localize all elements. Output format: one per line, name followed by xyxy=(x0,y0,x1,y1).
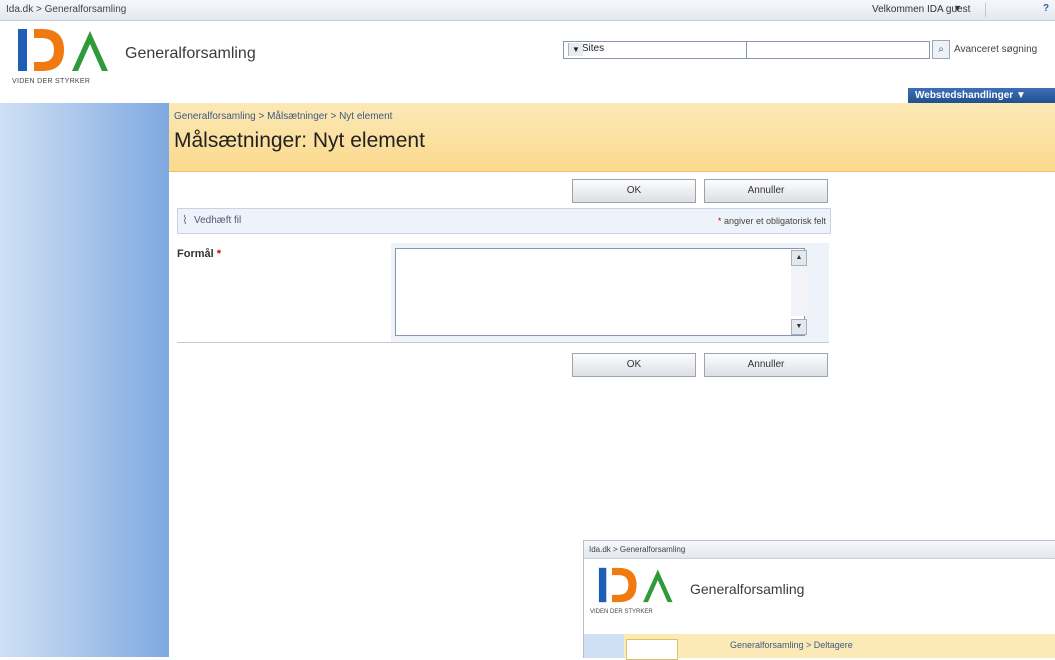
overlay-page-breadcrumb[interactable]: Generalforsamling > Deltagere xyxy=(730,640,853,650)
site-actions-menu[interactable]: Webstedshandlinger ▼ xyxy=(908,88,1055,103)
chevron-down-icon[interactable]: ▼ xyxy=(568,43,583,56)
left-navigation xyxy=(0,103,169,657)
overlay-title-band: Generalforsamling > Deltagere xyxy=(584,634,1055,660)
advanced-search-link[interactable]: Avanceret søgning xyxy=(954,44,1037,55)
field-label: Formål * xyxy=(177,248,221,260)
formaal-textarea[interactable] xyxy=(395,248,805,336)
scroll-up-icon[interactable]: ▲ xyxy=(791,250,807,266)
overlay-logo-tagline: VIDEN DER STYRKER xyxy=(590,609,653,615)
site-title[interactable]: Generalforsamling xyxy=(125,45,256,63)
ok-button-top[interactable]: OK xyxy=(572,179,696,203)
search-icon[interactable]: ⌕ xyxy=(932,40,950,59)
scroll-down-icon[interactable]: ▼ xyxy=(791,319,807,335)
label-cell: Formål * xyxy=(177,243,391,342)
overlay-breadcrumb[interactable]: Ida.dk > Generalforsamling xyxy=(589,545,685,554)
form-row-formaal: Formål * ▲ ▼ xyxy=(177,243,829,342)
form-toolbar: ⌇ Vedhæft fil * angiver et obligatorisk … xyxy=(177,208,831,234)
required-note: * angiver et obligatorisk felt xyxy=(718,216,826,226)
required-star-icon: * xyxy=(216,248,222,260)
page-breadcrumb[interactable]: Generalforsamling > Målsætninger > Nyt e… xyxy=(174,111,392,122)
ida-logo[interactable] xyxy=(12,27,122,73)
cancel-button-bottom[interactable]: Annuller xyxy=(704,353,828,377)
global-breadcrumb[interactable]: Ida.dk > Generalforsamling xyxy=(6,4,126,15)
top-bar: Ida.dk > Generalforsamling Velkommen IDA… xyxy=(0,0,1055,21)
search-scope-select[interactable]: All Sites ▼ xyxy=(563,41,747,59)
ok-button-bottom[interactable]: OK xyxy=(572,353,696,377)
required-note-text: angiver et obligatorisk felt xyxy=(723,216,826,226)
logo-tagline: VIDEN DER STYRKER xyxy=(12,78,91,85)
cancel-button-top[interactable]: Annuller xyxy=(704,179,828,203)
value-cell: ▲ ▼ xyxy=(391,243,829,342)
page-title: Målsætninger: Nyt element xyxy=(174,129,425,152)
overlay-window: Ida.dk > Generalforsamling VIDEN DER STY… xyxy=(583,540,1055,660)
paperclip-icon[interactable]: ⌇ xyxy=(182,213,188,227)
field-label-text: Formål xyxy=(177,248,214,260)
help-icon[interactable]: ? xyxy=(1043,3,1049,14)
overlay-top-bar: Ida.dk > Generalforsamling xyxy=(584,541,1055,559)
scrollbar-track[interactable] xyxy=(791,266,807,316)
overlay-site-title[interactable]: Generalforsamling xyxy=(690,581,804,597)
welcome-dropdown-icon[interactable]: ▼ xyxy=(953,3,962,13)
attach-file-link[interactable]: Vedhæft fil xyxy=(194,215,241,226)
search-input[interactable] xyxy=(746,41,930,59)
row-divider xyxy=(177,342,829,343)
topbar-divider xyxy=(985,3,986,17)
overlay-ida-logo[interactable] xyxy=(594,566,684,604)
